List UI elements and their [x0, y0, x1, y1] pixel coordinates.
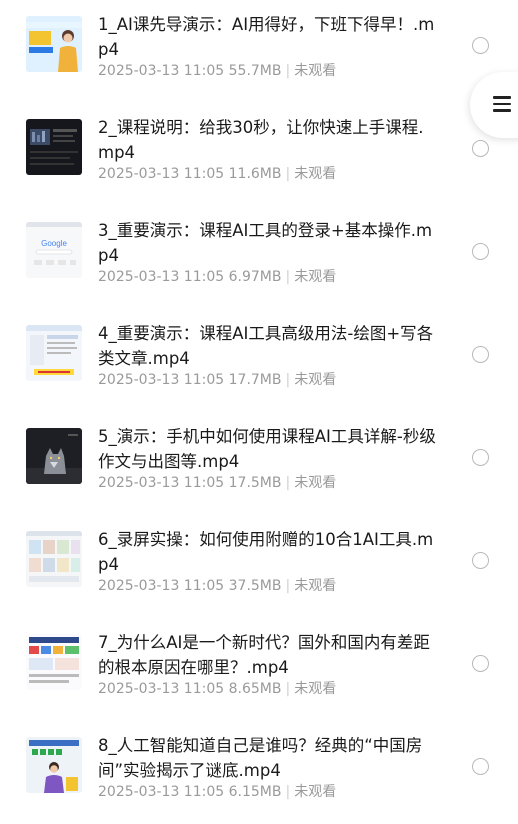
meta-divider: | — [285, 269, 291, 285]
file-date: 2025-03-13 11:05 — [98, 269, 225, 285]
watch-status: 未观看 — [294, 681, 337, 697]
file-item[interactable]: 5_演示：手机中如何使用课程AI工具详解-秒级作文与出图等.mp4 2025-0… — [0, 412, 518, 515]
thumb-dark-screen-icon — [26, 119, 82, 175]
file-size: 17.7MB — [228, 372, 282, 388]
file-size: 17.5MB — [228, 475, 282, 491]
select-radio[interactable] — [472, 37, 489, 54]
meta-divider: | — [285, 63, 291, 79]
file-date: 2025-03-13 11:05 — [98, 784, 225, 800]
thumb-wolf-image-icon — [26, 428, 82, 484]
select-radio[interactable] — [472, 552, 489, 569]
file-date: 2025-03-13 11:05 — [98, 166, 225, 182]
file-size: 55.7MB — [228, 63, 282, 79]
watch-status: 未观看 — [294, 372, 337, 388]
select-radio[interactable] — [472, 243, 489, 260]
meta-divider: | — [285, 681, 291, 697]
watch-status: 未观看 — [294, 784, 337, 800]
select-radio[interactable] — [472, 140, 489, 157]
watch-status: 未观看 — [294, 166, 337, 182]
select-radio[interactable] — [472, 655, 489, 672]
meta-divider: | — [285, 475, 291, 491]
file-meta: 2025-03-13 11:05 8.65MB | 未观看 — [98, 680, 336, 698]
thumb-gallery-icon — [26, 531, 82, 587]
thumb-google-page-icon: Google — [26, 222, 82, 278]
select-radio[interactable] — [472, 346, 489, 363]
watch-status: 未观看 — [294, 269, 337, 285]
file-date: 2025-03-13 11:05 — [98, 372, 225, 388]
meta-divider: | — [285, 372, 291, 388]
file-size: 11.6MB — [228, 166, 282, 182]
file-meta: 2025-03-13 11:05 17.5MB | 未观看 — [98, 474, 336, 492]
svg-text:Google: Google — [41, 239, 67, 248]
thumb-web-page-icon — [26, 325, 82, 381]
file-item[interactable]: 1_AI课先导演示：AI用得好，下班下得早！.mp4 2025-03-13 11… — [0, 0, 518, 103]
file-date: 2025-03-13 11:05 — [98, 578, 225, 594]
file-size: 37.5MB — [228, 578, 282, 594]
file-title: 6_录屏实操：如何使用附赠的10合1AI工具.mp4 — [98, 530, 434, 574]
file-item[interactable]: 7_为什么AI是一个新时代？国外和国内有差距的根本原因在哪里？.mp4 2025… — [0, 618, 518, 721]
file-title: 2_课程说明：给我30秒，让你快速上手课程.mp4 — [98, 118, 424, 162]
file-title: 7_为什么AI是一个新时代？国外和国内有差距的根本原因在哪里？.mp4 — [98, 633, 430, 677]
hamburger-menu-icon — [493, 96, 511, 112]
file-size: 8.65MB — [228, 681, 282, 697]
file-date: 2025-03-13 11:05 — [98, 681, 225, 697]
meta-divider: | — [285, 578, 291, 594]
file-meta: 2025-03-13 11:05 37.5MB | 未观看 — [98, 577, 336, 595]
file-meta: 2025-03-13 11:05 6.15MB | 未观看 — [98, 783, 336, 801]
file-title: 5_演示：手机中如何使用课程AI工具详解-秒级作文与出图等.mp4 — [98, 427, 436, 471]
file-item[interactable]: 2_课程说明：给我30秒，让你快速上手课程.mp4 2025-03-13 11:… — [0, 103, 518, 206]
file-size: 6.15MB — [228, 784, 282, 800]
file-item[interactable]: Google 3_重要演示：课程AI工具的登录+基本操作.mp4 2025-03… — [0, 206, 518, 309]
file-title: 1_AI课先导演示：AI用得好，下班下得早！.mp4 — [98, 15, 435, 59]
thumb-presenter-icon — [26, 16, 82, 72]
file-meta: 2025-03-13 11:05 17.7MB | 未观看 — [98, 371, 336, 389]
file-title: 4_重要演示：课程AI工具高级用法-绘图+写各类文章.mp4 — [98, 324, 434, 368]
file-meta: 2025-03-13 11:05 6.97MB | 未观看 — [98, 268, 336, 286]
file-title: 8_人工智能知道自己是谁吗？经典的“中国房间”实验揭示了谜底.mp4 — [98, 736, 423, 780]
file-meta: 2025-03-13 11:05 11.6MB | 未观看 — [98, 165, 336, 183]
select-radio[interactable] — [472, 758, 489, 775]
meta-divider: | — [285, 166, 291, 182]
file-item[interactable]: 8_人工智能知道自己是谁吗？经典的“中国房间”实验揭示了谜底.mp4 2025-… — [0, 721, 518, 824]
file-meta: 2025-03-13 11:05 55.7MB | 未观看 — [98, 62, 336, 80]
file-item[interactable]: 4_重要演示：课程AI工具高级用法-绘图+写各类文章.mp4 2025-03-1… — [0, 309, 518, 412]
watch-status: 未观看 — [294, 63, 337, 79]
meta-divider: | — [285, 784, 291, 800]
select-radio[interactable] — [472, 449, 489, 466]
file-date: 2025-03-13 11:05 — [98, 475, 225, 491]
watch-status: 未观看 — [294, 475, 337, 491]
file-item[interactable]: 6_录屏实操：如何使用附赠的10合1AI工具.mp4 2025-03-13 11… — [0, 515, 518, 618]
file-date: 2025-03-13 11:05 — [98, 63, 225, 79]
file-list: 1_AI课先导演示：AI用得好，下班下得早！.mp4 2025-03-13 11… — [0, 0, 518, 800]
file-title: 3_重要演示：课程AI工具的登录+基本操作.mp4 — [98, 221, 433, 265]
file-size: 6.97MB — [228, 269, 282, 285]
thumb-slide-presenter-icon — [26, 737, 82, 793]
watch-status: 未观看 — [294, 578, 337, 594]
thumb-infographic-icon — [26, 634, 82, 690]
